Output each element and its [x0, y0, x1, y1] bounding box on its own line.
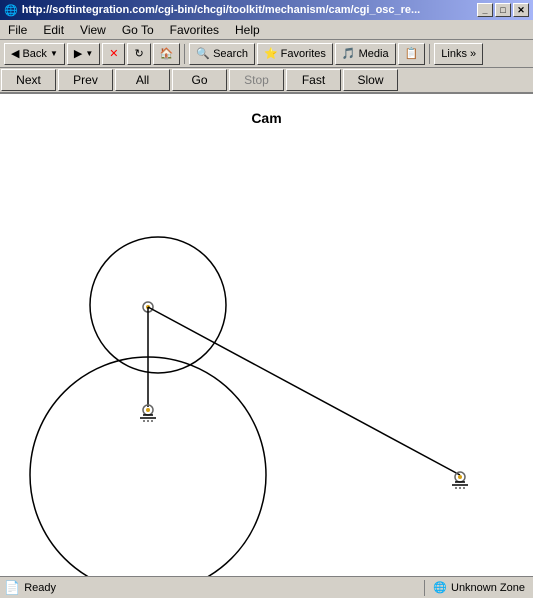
cam-diagram — [0, 94, 533, 576]
stop-button[interactable]: ✕ — [102, 43, 125, 65]
back-icon: ◀ — [11, 47, 19, 60]
forward-icon: ▶ — [74, 47, 82, 60]
status-icon: 📄 — [4, 580, 20, 596]
toolbar: ◀ Back ▼ ▶ ▼ ✕ ↻ 🏠 🔍 Search ⭐ Favorites … — [0, 40, 533, 68]
status-right: 🌐 Unknown Zone — [425, 581, 533, 594]
menu-edit[interactable]: Edit — [39, 21, 68, 39]
search-button[interactable]: 🔍 Search — [189, 43, 255, 65]
forward-dropdown-icon: ▼ — [85, 49, 93, 58]
menu-bar: File Edit View Go To Favorites Help — [0, 20, 533, 40]
status-left: 📄 Ready — [0, 580, 425, 596]
favorites-icon: ⭐ — [264, 47, 278, 60]
menu-help[interactable]: Help — [231, 21, 264, 39]
media-icon: 🎵 — [342, 47, 356, 60]
menu-file[interactable]: File — [4, 21, 31, 39]
title-bar-buttons: _ □ ✕ — [477, 3, 529, 17]
toolbar-separator-1 — [184, 44, 185, 64]
minimize-button[interactable]: _ — [477, 3, 493, 17]
zone-icon: 🌐 — [433, 581, 447, 594]
forward-button[interactable]: ▶ ▼ — [67, 43, 100, 65]
back-dropdown-icon: ▼ — [50, 49, 58, 58]
all-button[interactable]: All — [115, 69, 170, 91]
zone-text: Unknown Zone — [451, 582, 525, 594]
stop-icon: ✕ — [109, 47, 118, 60]
prev-button[interactable]: Prev — [58, 69, 113, 91]
home-button[interactable]: 🏠 — [153, 43, 181, 65]
status-text: Ready — [24, 582, 56, 594]
menu-favorites[interactable]: Favorites — [166, 21, 223, 39]
title-bar-text: 🌐 http://softintegration.com/cgi-bin/chc… — [4, 4, 420, 17]
slow-button[interactable]: Slow — [343, 69, 398, 91]
favorites-button[interactable]: ⭐ Favorites — [257, 43, 333, 65]
title-bar: 🌐 http://softintegration.com/cgi-bin/chc… — [0, 0, 533, 20]
content-area: Cam — [0, 94, 533, 576]
links-button[interactable]: Links » — [434, 43, 483, 65]
menu-goto[interactable]: Go To — [118, 21, 158, 39]
search-icon: 🔍 — [196, 47, 210, 60]
window-title: http://softintegration.com/cgi-bin/chcgi… — [22, 4, 421, 16]
go-button[interactable]: Go — [172, 69, 227, 91]
nav-bar: Next Prev All Go Stop Fast Slow — [0, 68, 533, 94]
status-bar: 📄 Ready 🌐 Unknown Zone — [0, 576, 533, 598]
stop-anim-button[interactable]: Stop — [229, 69, 284, 91]
refresh-icon: ↻ — [134, 47, 143, 60]
fast-button[interactable]: Fast — [286, 69, 341, 91]
media-button[interactable]: 🎵 Media — [335, 43, 396, 65]
close-button[interactable]: ✕ — [513, 3, 529, 17]
next-button[interactable]: Next — [1, 69, 56, 91]
home-icon: 🏠 — [160, 47, 174, 60]
history-icon: 📋 — [405, 47, 419, 60]
history-button[interactable]: 📋 — [398, 43, 426, 65]
toolbar-separator-2 — [429, 44, 430, 64]
maximize-button[interactable]: □ — [495, 3, 511, 17]
title-icon: 🌐 — [4, 4, 18, 17]
refresh-button[interactable]: ↻ — [127, 43, 150, 65]
back-button[interactable]: ◀ Back ▼ — [4, 43, 65, 65]
menu-view[interactable]: View — [76, 21, 110, 39]
